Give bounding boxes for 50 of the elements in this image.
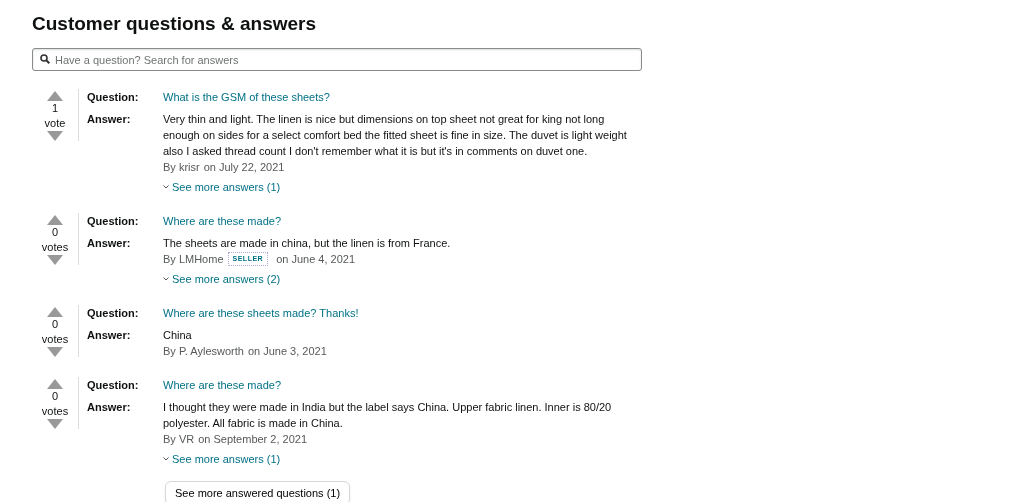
see-more-answers-link[interactable]: See more answers (2) (163, 271, 281, 287)
answer-label: Answer: (87, 400, 132, 415)
chevron-down-icon (163, 457, 169, 461)
search-icon (40, 54, 50, 64)
answer-label: Answer: (87, 112, 132, 127)
vote-label: vote (44, 116, 66, 131)
question-label: Question: (87, 90, 140, 105)
downvote-icon[interactable] (47, 419, 63, 429)
answer-author: By LMHome (163, 252, 224, 267)
question-link[interactable]: Where are these sheets made? Thanks! (163, 307, 359, 319)
answer-author: By P. Aylesworth (163, 344, 244, 359)
upvote-icon[interactable] (47, 307, 63, 317)
answer-date: on September 2, 2021 (198, 432, 308, 447)
upvote-icon[interactable] (47, 379, 63, 389)
question-label: Question: (87, 378, 140, 393)
question-label: Question: (87, 214, 140, 229)
answer-author: By krisr (163, 160, 200, 175)
answer-author: By VR (163, 432, 195, 447)
see-more-answers-link[interactable]: See more answers (1) (163, 451, 281, 467)
downvote-icon[interactable] (47, 131, 63, 141)
upvote-icon[interactable] (47, 91, 63, 101)
upvote-icon[interactable] (47, 215, 63, 225)
chevron-down-icon (163, 277, 169, 281)
see-more-answers-link[interactable]: See more answers (1) (163, 179, 281, 195)
see-more-questions-button[interactable]: See more answered questions (1) (165, 481, 351, 502)
answer-date: on July 22, 2021 (203, 160, 285, 175)
question-label: Question: (87, 306, 140, 321)
chevron-down-icon (163, 185, 169, 189)
answer-label: Answer: (87, 236, 132, 251)
section-title: Customer questions & answers (32, 12, 318, 36)
vote-count: 0 (51, 389, 59, 404)
vote-count: 0 (51, 225, 59, 240)
downvote-icon[interactable] (47, 255, 63, 265)
vote-count: 0 (51, 317, 59, 332)
answer-text: China (163, 328, 193, 343)
answer-label: Answer: (87, 328, 132, 343)
answer-text: The sheets are made in china, but the linen is from France. (163, 236, 452, 251)
answer-date: on June 3, 2021 (247, 344, 327, 359)
vote-count: 1 (51, 101, 59, 116)
question-link[interactable]: What is the GSM of these sheets? (163, 91, 330, 103)
search-field[interactable]: Have a question? Search for answers (32, 48, 642, 71)
question-link[interactable]: Where are these made? (163, 215, 281, 227)
vote-label: votes (41, 404, 69, 419)
vote-label: votes (41, 240, 69, 255)
answer-text: Very thin and light. The linen is nice but dimensions on top sheet not great for king not long enough on sides for a select comfort bed the fitted sheet is fine in size. The duvet is light weight also I asked thread count I don't remember what it is but it's in comments on duvet one. (163, 112, 628, 159)
downvote-icon[interactable] (47, 347, 63, 357)
question-link[interactable]: Where are these made? (163, 379, 281, 391)
vote-label: votes (41, 332, 69, 347)
answer-date: on June 4, 2021 (276, 252, 356, 267)
answer-text: I thought they were made in India but the label says China. Upper fabric linen. Inner is 80/20 polyester. All fabric is made in China. (163, 400, 613, 431)
